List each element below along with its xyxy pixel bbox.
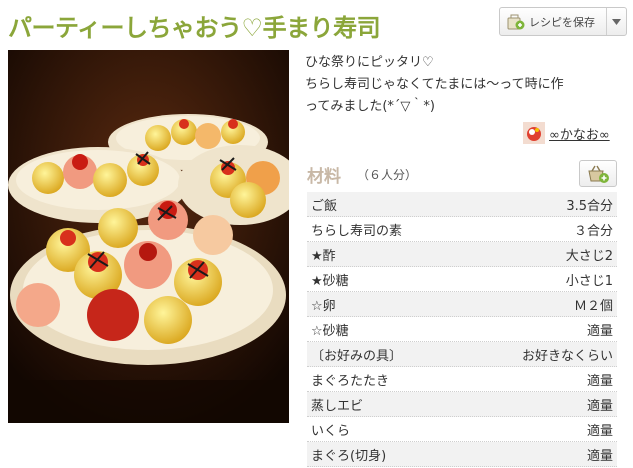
ingredient-row: ちらし寿司の素 ３合分 — [307, 217, 617, 242]
description-line: ってみました(*´▽｀*) — [305, 99, 435, 114]
ingredient-name: まぐろたたき — [311, 373, 390, 389]
servings-count: （６人分） — [357, 168, 418, 182]
ingredient-quantity: 適量 — [586, 323, 613, 339]
save-recipe-icon — [507, 14, 525, 29]
ingredient-name: ☆砂糖 — [311, 323, 349, 339]
ingredients-list: ご飯 3.5合分 ちらし寿司の素 ３合分 ★酢 大さじ2 ★砂糖 小さじ1 ☆卵 Ｍ２個 … — [307, 192, 617, 467]
ingredient-row: ★砂糖 小さじ1 — [307, 267, 617, 292]
ingredient-row: ☆卵 Ｍ２個 — [307, 292, 617, 317]
ingredient-quantity: ３合分 — [573, 223, 613, 239]
add-to-basket-button[interactable] — [579, 160, 617, 187]
ingredient-row: ☆砂糖 適量 — [307, 317, 617, 342]
ingredients-header: 材料 （６人分） — [307, 160, 617, 190]
temari-sushi-photo — [8, 50, 289, 423]
ingredient-row: まぐろたたき 適量 — [307, 367, 617, 392]
author-link[interactable]: ∞かなお∞ — [523, 122, 610, 144]
author-name[interactable]: ∞かなお∞ — [549, 124, 610, 143]
recipe-photo — [8, 50, 289, 423]
ingredient-name: いくら — [311, 423, 351, 439]
ingredient-name: ★酢 — [311, 248, 336, 264]
ingredient-row: ご飯 3.5合分 — [307, 192, 617, 217]
ingredient-row: 〔お好みの具〕 お好きなくらい — [307, 342, 617, 367]
author-avatar[interactable] — [523, 122, 545, 144]
ingredient-quantity: 大さじ2 — [565, 248, 613, 264]
save-recipe-button[interactable]: レシピを保存 — [499, 7, 627, 36]
ingredient-row: ★酢 大さじ2 — [307, 242, 617, 267]
ingredient-name: 〔お好みの具〕 — [311, 348, 403, 364]
ingredient-quantity: お好きなくらい — [521, 348, 613, 364]
save-recipe-label: レシピを保存 — [529, 15, 595, 29]
ingredient-row: いくら 適量 — [307, 417, 617, 442]
ingredient-quantity: 小さじ1 — [565, 273, 613, 289]
ingredient-quantity: 適量 — [586, 423, 613, 439]
ingredient-name: 蒸しエビ — [311, 398, 364, 414]
ingredient-quantity: 3.5合分 — [566, 198, 613, 214]
save-recipe-main[interactable]: レシピを保存 — [500, 8, 606, 35]
ingredient-name: まぐろ(切身) — [311, 448, 387, 464]
ingredient-quantity: 適量 — [586, 448, 613, 464]
ingredient-name: ★砂糖 — [311, 273, 349, 289]
ingredient-row: まぐろ(切身) 適量 — [307, 442, 617, 467]
recipe-description: ひな祭りにピッタリ♡ ちらし寿司じゃなくてたまには〜って時に作 ってみました(*… — [305, 52, 625, 118]
ingredient-quantity: Ｍ２個 — [573, 298, 613, 314]
recipe-title: パーティーしちゃおう♡手まり寿司 — [8, 14, 381, 42]
ingredient-row: 蒸しエビ 適量 — [307, 392, 617, 417]
save-dropdown-toggle[interactable] — [606, 8, 626, 35]
ingredient-name: ご飯 — [311, 198, 338, 214]
chevron-down-icon — [612, 18, 621, 25]
ingredient-quantity: 適量 — [586, 373, 613, 389]
ingredient-name: ちらし寿司の素 — [311, 223, 403, 239]
description-line: ちらし寿司じゃなくてたまには〜って時に作 — [305, 77, 564, 92]
ingredients-title: 材料 — [307, 167, 341, 187]
ingredient-name: ☆卵 — [311, 298, 336, 314]
ingredient-quantity: 適量 — [586, 398, 613, 414]
shopping-basket-add-icon — [588, 165, 609, 183]
description-line: ひな祭りにピッタリ♡ — [305, 55, 434, 70]
